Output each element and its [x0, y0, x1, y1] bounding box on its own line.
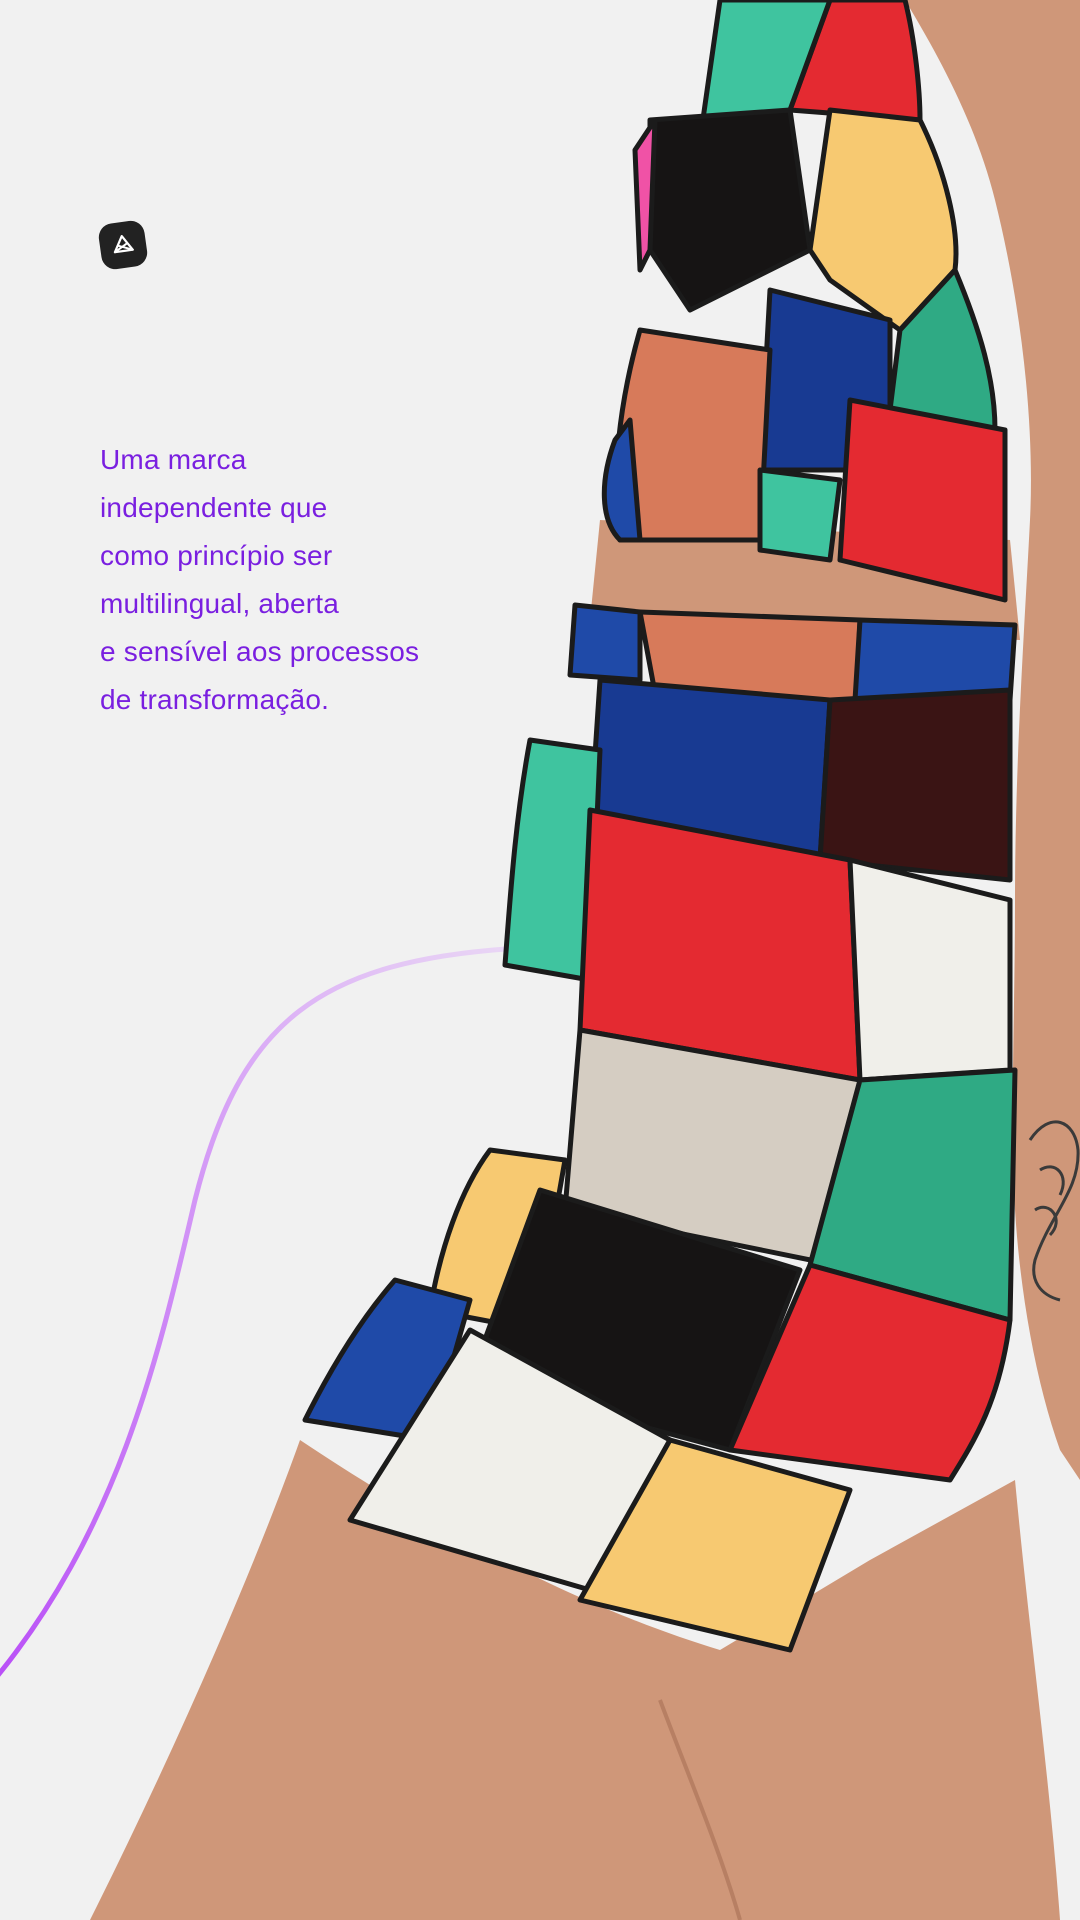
- tagline-line: e sensível aos processos: [100, 636, 420, 667]
- patchwork-top: [601, 0, 1008, 603]
- patchwork-shorts: [302, 602, 1018, 1653]
- tagline-line: como princípio ser: [100, 540, 333, 571]
- model-patchwork-photo: [90, 0, 1080, 1920]
- brand-logo[interactable]: [97, 219, 149, 271]
- tagline-line: multilingual, aberta: [100, 588, 340, 619]
- hero-stage: Uma marca independente que como princípi…: [0, 0, 1080, 1920]
- tagline-line: independente que: [100, 492, 328, 523]
- tagline-line: de transformação.: [100, 684, 330, 715]
- tagline-text: Uma marca independente que como princípi…: [100, 436, 500, 724]
- abstract-geometric-logo-icon: [113, 234, 134, 254]
- tagline-line: Uma marca: [100, 444, 247, 475]
